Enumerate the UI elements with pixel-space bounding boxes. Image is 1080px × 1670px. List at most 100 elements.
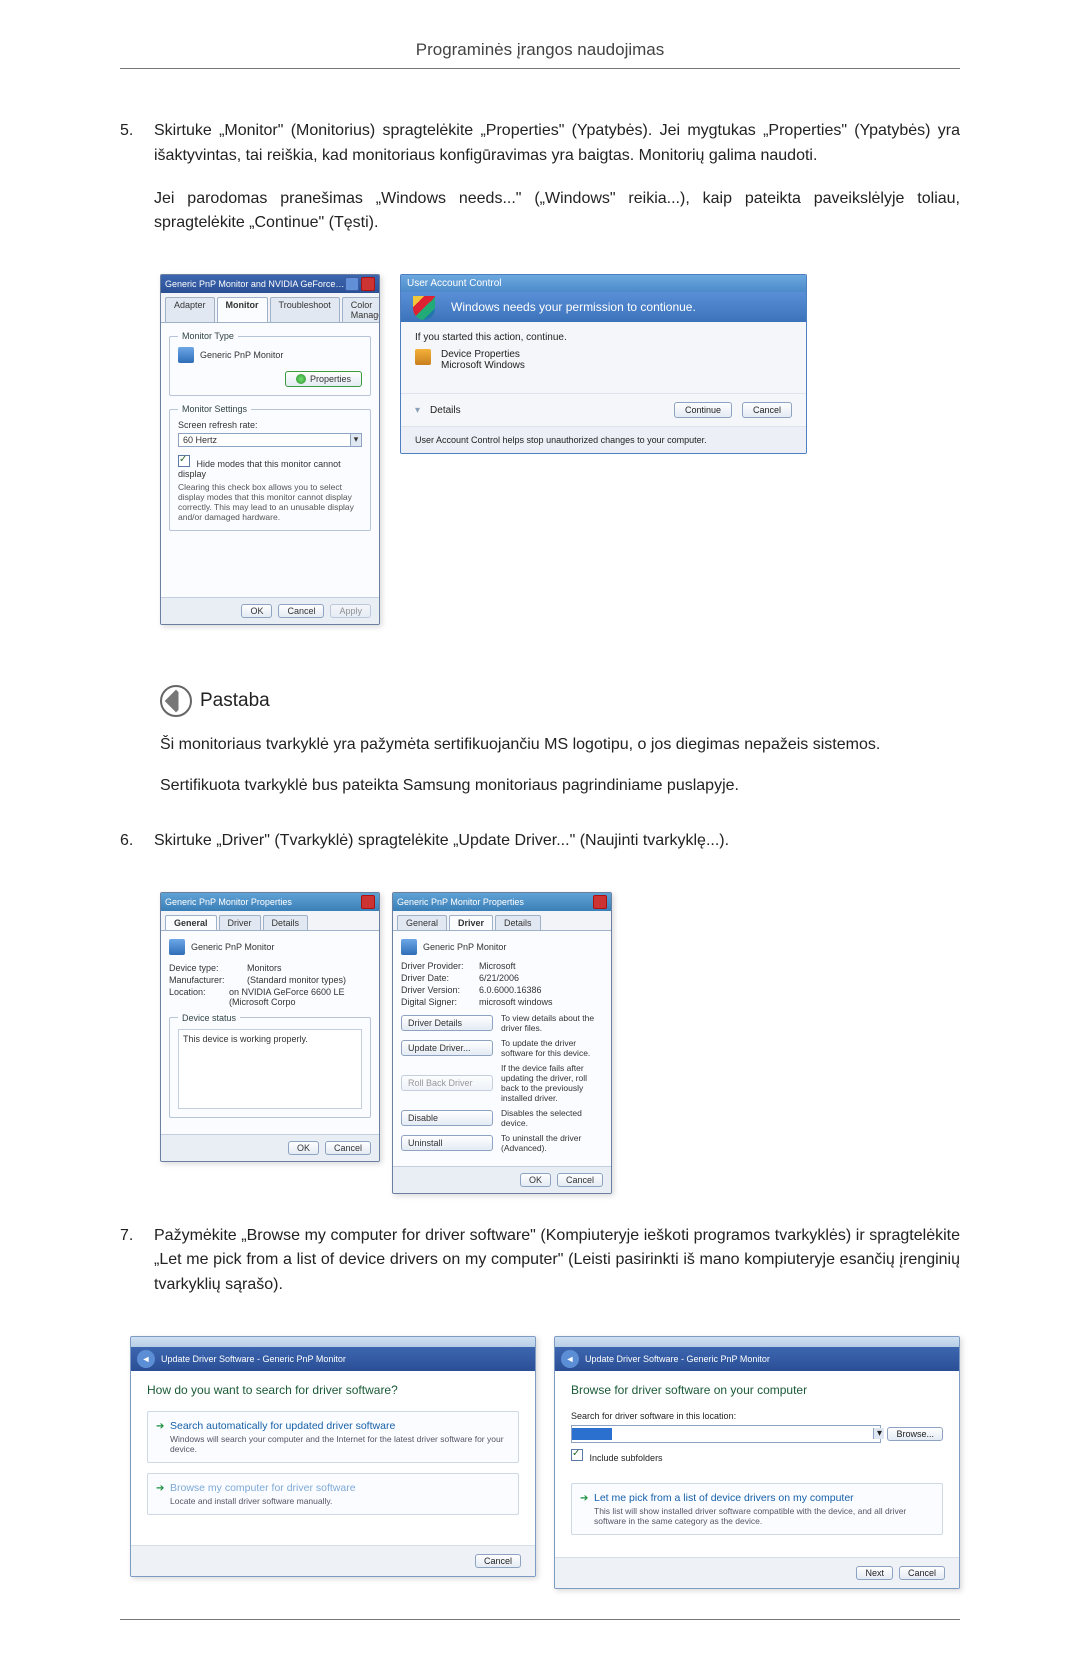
driver-details-button[interactable]: Driver Details [401,1015,493,1031]
breadcrumb: Update Driver Software - Generic PnP Mon… [161,1354,346,1364]
cancel-button[interactable]: Cancel [742,402,792,418]
hide-modes-desc: Clearing this check box allows you to se… [178,482,362,522]
close-icon[interactable] [361,277,375,291]
device-status-legend: Device status [178,1013,240,1023]
uac-message: Windows needs your permission to contion… [451,300,696,314]
uac-publisher: Microsoft Windows [441,360,525,371]
back-button[interactable]: ◄ [561,1350,579,1368]
option-search-auto[interactable]: ➔ Search automatically for updated drive… [147,1411,519,1463]
window-title: User Account Control [407,278,800,289]
uac-device-name: Device Properties [441,349,525,360]
hide-modes-checkbox[interactable] [178,455,190,467]
tab-monitor[interactable]: Monitor [217,297,268,322]
option-browse-computer[interactable]: ➔ Browse my computer for driver software… [147,1473,519,1515]
device-icon [415,349,431,365]
cancel-button[interactable]: Cancel [557,1173,603,1187]
location-select[interactable]: ▾ [571,1425,881,1443]
step-number: 6. [120,829,154,872]
window-title: Generic PnP Monitor Properties [165,897,361,907]
monitor-properties-dialog: Generic PnP Monitor and NVIDIA GeForce 6… [160,274,380,625]
minimize-icon[interactable] [345,277,359,291]
monitor-icon [401,939,417,955]
ok-button[interactable]: OK [288,1141,319,1155]
monitor-settings-legend: Monitor Settings [178,404,251,414]
rollback-driver-button[interactable]: Roll Back Driver [401,1075,493,1091]
chevron-down-icon: ▾ [350,434,361,446]
apply-button[interactable]: Apply [330,604,371,618]
update-driver-button[interactable]: Update Driver... [401,1040,493,1056]
browse-button[interactable]: Browse... [887,1427,943,1441]
tab-general[interactable]: General [165,915,217,930]
ok-button[interactable]: OK [520,1173,551,1187]
monitor-type-legend: Monitor Type [178,331,238,341]
update-driver-wizard-search: ◄ Update Driver Software - Generic PnP M… [130,1336,536,1577]
step-text: Skirtuke „Driver" (Tvarkyklė) spragtelėk… [154,829,960,854]
step-6: 6. Skirtuke „Driver" (Tvarkyklė) spragte… [120,829,960,872]
tab-adapter[interactable]: Adapter [165,297,215,322]
chevron-down-icon: ▾ [873,1428,884,1439]
arrow-icon: ➔ [580,1493,588,1504]
include-subfolders-checkbox[interactable] [571,1449,583,1461]
monitor-icon [169,939,185,955]
note-icon [160,685,192,717]
uninstall-button[interactable]: Uninstall [401,1135,493,1151]
continue-button[interactable]: Continue [674,402,732,418]
monitor-icon [178,347,194,363]
chevron-down-icon[interactable]: ▾ [415,405,420,416]
cancel-button[interactable]: Cancel [899,1566,945,1580]
device-name: Generic PnP Monitor [191,942,274,952]
arrow-icon: ➔ [156,1421,164,1432]
note-text: Sertifikuota tvarkyklė bus pateikta Sams… [160,774,960,799]
step-5: 5. Skirtuke „Monitor" (Monitorius) sprag… [120,119,960,254]
tab-driver[interactable]: Driver [449,915,493,930]
device-properties-driver: Generic PnP Monitor Properties General D… [392,892,612,1194]
device-name: Generic PnP Monitor [423,942,506,952]
monitor-name: Generic PnP Monitor [200,350,283,360]
tab-details[interactable]: Details [263,915,309,930]
step-number: 5. [120,119,154,254]
properties-button[interactable]: Properties [285,371,362,387]
tab-color-management[interactable]: Color Management [342,297,380,322]
device-status-box: This device is working properly. [178,1029,362,1109]
uac-ifyou: If you started this action, continue. [415,332,792,343]
close-icon[interactable] [361,895,375,909]
close-icon[interactable] [593,895,607,909]
device-properties-general: Generic PnP Monitor Properties General D… [160,892,380,1162]
refresh-rate-select[interactable]: 60 Hertz▾ [178,433,362,447]
page-title: Programinės įrangos naudojimas [120,40,960,69]
location-label: Search for driver software in this locat… [571,1411,943,1421]
tab-details[interactable]: Details [495,915,541,930]
page-footer-rule [120,1619,960,1640]
wizard-heading: Browse for driver software on your compu… [571,1383,943,1397]
cancel-button[interactable]: Cancel [278,604,324,618]
refresh-rate-label: Screen refresh rate: [178,420,362,430]
breadcrumb: Update Driver Software - Generic PnP Mon… [585,1354,770,1364]
tab-troubleshoot[interactable]: Troubleshoot [270,297,340,322]
step-7: 7. Pažymėkite „Browse my computer for dr… [120,1224,960,1316]
shield-icon [296,374,306,384]
tab-general[interactable]: General [397,915,447,930]
step-text: Jei parodomas pranešimas „Windows needs.… [154,187,960,237]
option-pick-from-list[interactable]: ➔ Let me pick from a list of device driv… [571,1483,943,1535]
uac-dialog: User Account Control Windows needs your … [400,274,807,454]
uac-footer: User Account Control helps stop unauthor… [401,426,806,453]
back-button[interactable]: ◄ [137,1350,155,1368]
cancel-button[interactable]: Cancel [475,1554,521,1568]
include-subfolders-label: Include subfolders [590,1453,663,1463]
window-title: Generic PnP Monitor Properties [397,897,593,907]
note-title: Pastaba [200,690,270,712]
shield-icon [413,296,435,320]
ok-button[interactable]: OK [241,604,272,618]
step-number: 7. [120,1224,154,1316]
step-text: Skirtuke „Monitor" (Monitorius) spragtel… [154,119,960,169]
note-text: Ši monitoriaus tvarkyklė yra pažymėta se… [160,733,960,758]
arrow-icon: ➔ [156,1483,164,1494]
cancel-button[interactable]: Cancel [325,1141,371,1155]
tab-driver[interactable]: Driver [219,915,261,930]
window-title: Generic PnP Monitor and NVIDIA GeForce 6… [165,279,345,289]
update-driver-wizard-browse: ◄ Update Driver Software - Generic PnP M… [554,1336,960,1589]
details-toggle[interactable]: Details [430,405,461,416]
wizard-heading: How do you want to search for driver sof… [147,1383,519,1397]
next-button[interactable]: Next [856,1566,893,1580]
disable-button[interactable]: Disable [401,1110,493,1126]
